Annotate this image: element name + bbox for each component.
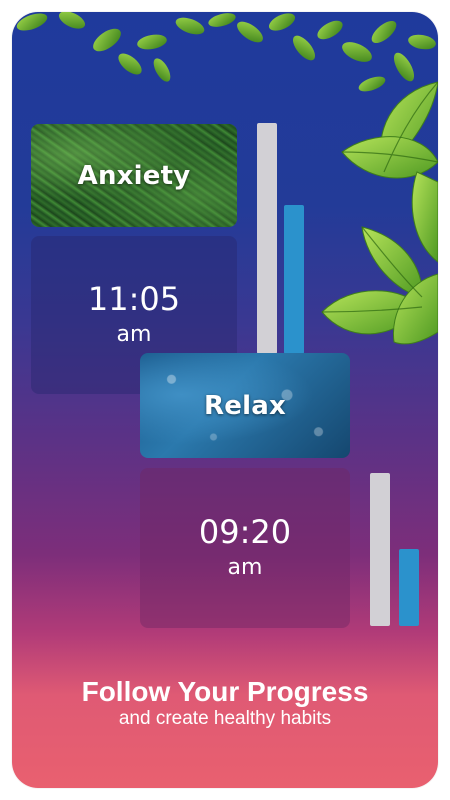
anxiety-ampm: am	[116, 322, 152, 347]
footer-subheadline: and create healthy habits	[118, 708, 332, 729]
anxiety-card-image: Anxiety	[31, 124, 237, 227]
relax-card-image: Relax	[140, 353, 350, 458]
relax-total-bar	[370, 473, 390, 626]
footer-caption: Follow Your Progress and create healthy …	[12, 676, 438, 730]
anxiety-total-bar	[257, 123, 277, 354]
relax-time-card: 09:20 am	[140, 468, 350, 628]
relax-ampm: am	[227, 555, 263, 580]
anxiety-progress-bar	[284, 205, 304, 354]
anxiety-card-title: Anxiety	[77, 160, 191, 191]
promo-screen: Anxiety 11:05 am Relax 09:20 am Follow Y…	[12, 12, 438, 788]
footer-headline: Follow Your Progress	[81, 676, 369, 707]
relax-time: 09:20	[198, 513, 292, 551]
relax-card-title: Relax	[204, 390, 286, 421]
anxiety-time: 11:05	[87, 280, 181, 318]
relax-progress-bar	[399, 549, 419, 626]
